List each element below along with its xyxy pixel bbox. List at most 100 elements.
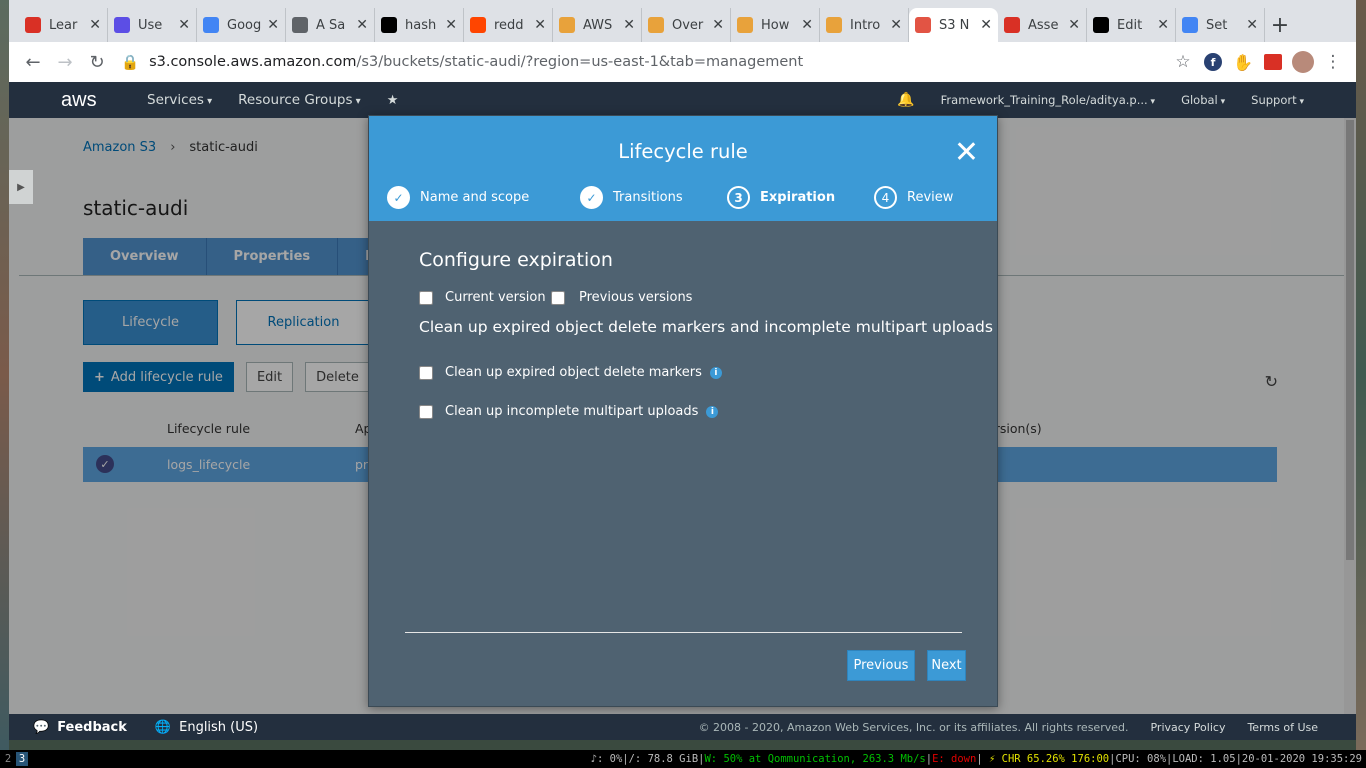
google-icon [1182, 17, 1198, 33]
tab-title: AWS [583, 17, 613, 33]
tab-title: S3 N [939, 17, 970, 33]
more-menu-icon[interactable]: ⋮ [1318, 47, 1348, 77]
info-icon[interactable]: i [706, 405, 719, 418]
browser-tab[interactable]: hash ✕ [375, 8, 464, 42]
tab-close-icon[interactable]: ✕ [445, 17, 457, 33]
step-transitions[interactable]: ✓ Transitions [580, 186, 683, 209]
current-version-checkbox[interactable] [419, 290, 433, 305]
aws-box-icon [737, 17, 753, 33]
system-status-bar: 2 3 ♪: 0%|/: 78.8 GiB|W: 50% at Qommunic… [0, 750, 1366, 768]
browser-tab[interactable]: A Sa ✕ [286, 8, 375, 42]
cleanup-heading: Clean up expired object delete markers a… [419, 318, 993, 336]
browser-tab[interactable]: Use ✕ [108, 8, 197, 42]
browser-tab[interactable]: Over ✕ [642, 8, 731, 42]
privacy-policy-link[interactable]: Privacy Policy [1150, 721, 1225, 734]
browser-tab[interactable]: Intro ✕ [820, 8, 909, 42]
tab-close-icon[interactable]: ✕ [1157, 17, 1169, 33]
close-icon[interactable]: ✕ [954, 138, 979, 168]
tab-title: Use [138, 17, 163, 33]
current-version-option[interactable]: Current version [419, 290, 546, 305]
tab-close-icon[interactable]: ✕ [890, 17, 902, 33]
tab-close-icon[interactable]: ✕ [178, 17, 190, 33]
wizard-steps: ✓ Name and scope ✓ Transitions 3 Expirat… [387, 186, 987, 210]
next-button[interactable]: Next [927, 650, 966, 681]
support-menu[interactable]: Support [1251, 93, 1304, 107]
bookmark-star-icon[interactable]: ☆ [1168, 47, 1198, 77]
cleanup-multipart-label: Clean up incomplete multipart uploads [445, 404, 699, 419]
feedback-label: Feedback [57, 719, 127, 735]
cpu-status: CPU: 08% [1115, 753, 1167, 765]
tab-title: Asse [1028, 17, 1059, 33]
account-menu[interactable]: Framework_Training_Role/aditya.p... [941, 93, 1155, 107]
fedora-extension-icon[interactable]: f [1198, 47, 1228, 77]
previous-button[interactable]: Previous [847, 650, 915, 681]
previous-versions-option[interactable]: Previous versions [551, 290, 692, 305]
browser-tab[interactable]: AWS ✕ [553, 8, 642, 42]
dialog-header: Lifecycle rule ✕ ✓ Name and scope ✓ Tran… [369, 116, 997, 221]
disk-status: /: 78.8 GiB [628, 753, 699, 765]
tab-close-icon[interactable]: ✕ [1068, 17, 1080, 33]
browser-tab[interactable]: S3 N ✕ [909, 8, 998, 42]
tab-title: redd [494, 17, 524, 33]
pin-icon[interactable]: ★ [387, 93, 399, 108]
dialog-title: Lifecycle rule [618, 140, 748, 163]
forward-icon[interactable]: → [49, 46, 81, 78]
browser-toolbar: ← → ↻ 🔒 s3.console.aws.amazon.com/s3/buc… [9, 42, 1356, 82]
browser-tab[interactable]: How ✕ [731, 8, 820, 42]
language-selector[interactable]: 🌐 English (US) [155, 720, 258, 735]
tab-close-icon[interactable]: ✕ [1246, 17, 1258, 33]
step-expiration[interactable]: 3 Expiration [727, 186, 835, 209]
previous-versions-checkbox[interactable] [551, 290, 565, 305]
gmail-icon [1004, 17, 1020, 33]
resource-groups-menu[interactable]: Resource Groups [238, 92, 361, 108]
tab-close-icon[interactable]: ✕ [534, 17, 546, 33]
aws-s3-icon [915, 17, 931, 33]
tab-close-icon[interactable]: ✕ [801, 17, 813, 33]
region-menu[interactable]: Global [1181, 93, 1225, 107]
browser-tab[interactable]: Edit ✕ [1087, 8, 1176, 42]
volume-status: ♪: 0% [590, 753, 623, 765]
desktop-background-right [1356, 0, 1366, 750]
step-name-and-scope[interactable]: ✓ Name and scope [387, 186, 529, 209]
url-host: s3.console.aws.amazon.com [149, 54, 357, 70]
tab-close-icon[interactable]: ✕ [89, 17, 101, 33]
tab-title: Intro [850, 17, 881, 33]
services-menu[interactable]: Services [147, 92, 212, 108]
feedback-button[interactable]: 💬 Feedback [33, 720, 127, 735]
tab-close-icon[interactable]: ✕ [356, 17, 368, 33]
step-review[interactable]: 4 Review [874, 186, 953, 209]
info-icon[interactable]: i [709, 366, 722, 379]
tab-close-icon[interactable]: ✕ [623, 17, 635, 33]
wifi-status: W: 50% at Qommunication, 263.3 Mb/s [704, 753, 926, 765]
github-icon [381, 17, 397, 33]
cleanup-multipart-checkbox[interactable] [419, 404, 433, 419]
tab-title: Set [1206, 17, 1228, 33]
cleanup-multipart-option[interactable]: Clean up incomplete multipart uploads i [419, 404, 719, 419]
sidebar-toggle-icon[interactable]: ▶ [9, 170, 33, 204]
tab-close-icon[interactable]: ✕ [267, 17, 279, 33]
cleanup-markers-option[interactable]: Clean up expired object delete markers i [419, 365, 722, 380]
cors-extension-icon[interactable] [1258, 47, 1288, 77]
browser-tab[interactable]: redd ✕ [464, 8, 553, 42]
browser-tab[interactable]: Lear ✕ [19, 8, 108, 42]
terms-of-use-link[interactable]: Terms of Use [1247, 721, 1318, 734]
check-icon: ✓ [580, 186, 603, 209]
aws-navbar: aws Services Resource Groups ★ 🔔 Framewo… [9, 82, 1356, 118]
aws-logo[interactable]: aws [9, 90, 99, 110]
check-icon: ✓ [387, 186, 410, 209]
workspace-3[interactable]: 3 [16, 752, 28, 766]
workspace-2[interactable]: 2 [2, 752, 14, 766]
gnome-extension-icon[interactable]: ✋ [1228, 47, 1258, 77]
profile-avatar[interactable] [1288, 47, 1318, 77]
back-icon[interactable]: ← [17, 46, 49, 78]
address-bar[interactable]: 🔒 s3.console.aws.amazon.com/s3/buckets/s… [121, 47, 1168, 77]
browser-tab[interactable]: Set ✕ [1176, 8, 1265, 42]
new-tab-icon[interactable]: + [1265, 8, 1295, 42]
reload-icon[interactable]: ↻ [81, 46, 113, 78]
browser-tab[interactable]: Goog ✕ [197, 8, 286, 42]
browser-tab[interactable]: Asse ✕ [998, 8, 1087, 42]
bell-icon[interactable]: 🔔 [897, 92, 914, 108]
tab-close-icon[interactable]: ✕ [980, 17, 992, 33]
tab-close-icon[interactable]: ✕ [712, 17, 724, 33]
cleanup-markers-checkbox[interactable] [419, 365, 433, 380]
